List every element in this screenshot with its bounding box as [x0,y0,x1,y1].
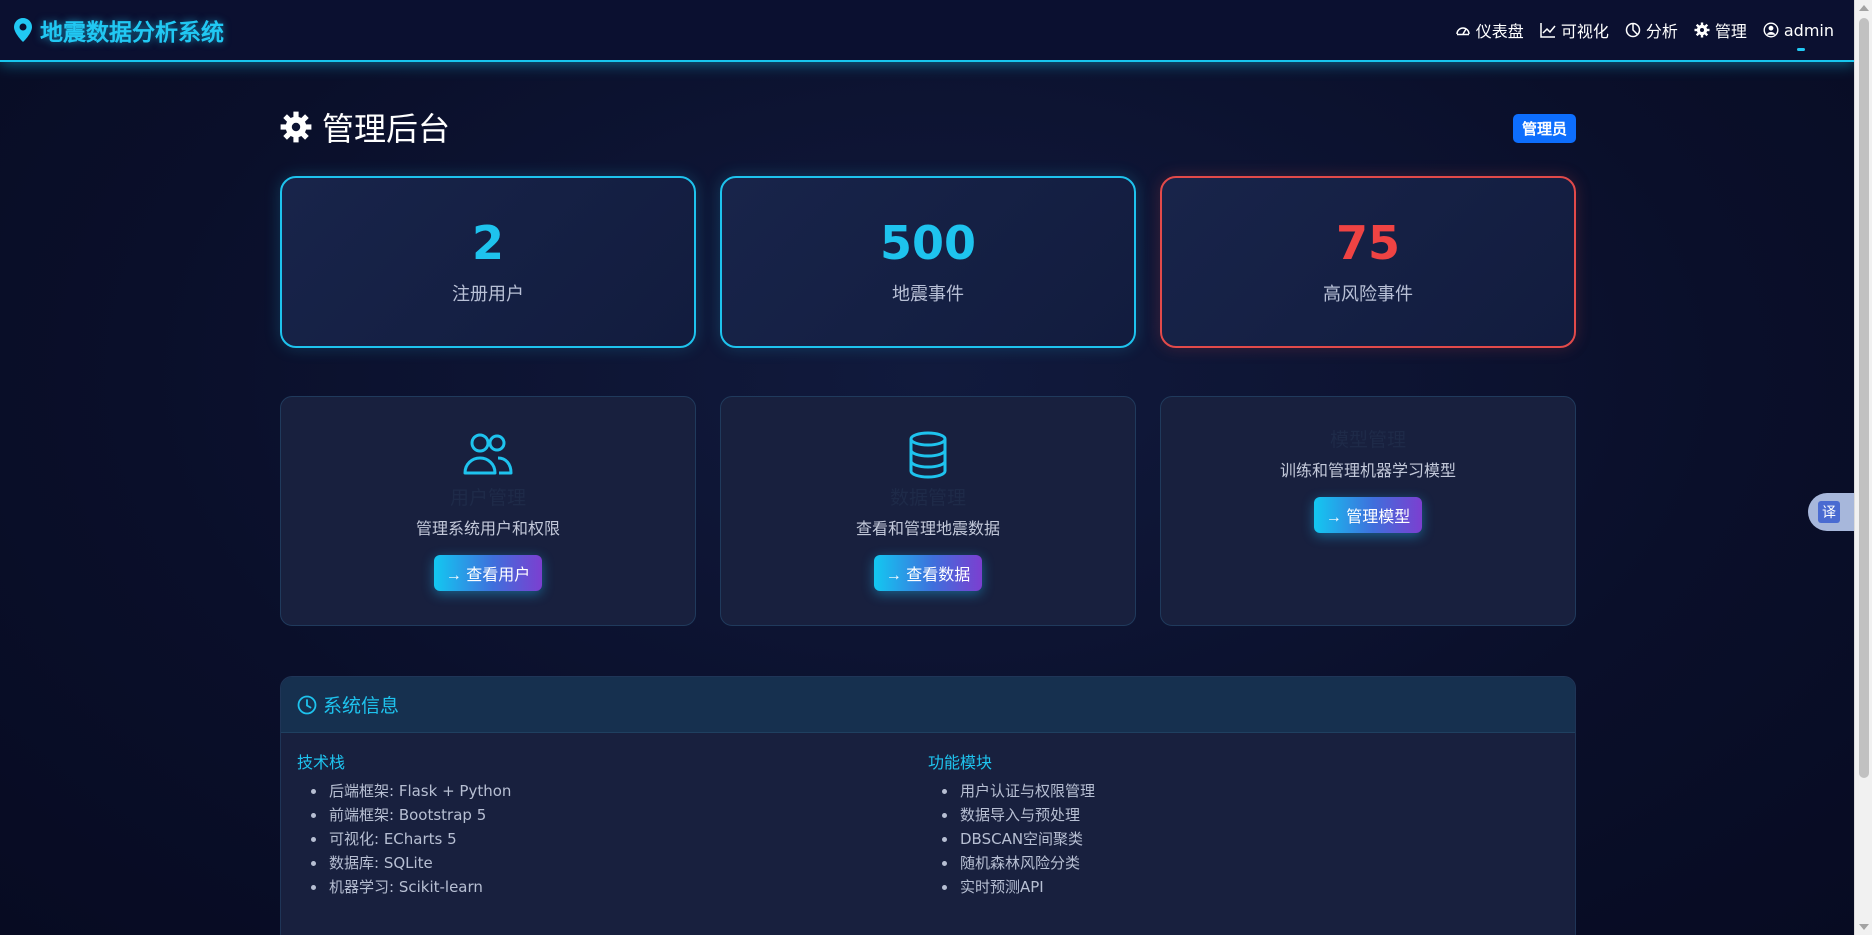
nav-item-label: 管理 [1714,22,1747,41]
brand[interactable]: 地震数据分析系统 [14,13,224,47]
pie-chart-icon [1625,22,1641,38]
page-header: 管理后台 管理员 [280,62,1576,172]
features-column: 功能模块 用户认证与权限管理 数据导入与预处理 DBSCAN空间聚类 随机森林风… [928,749,1559,899]
system-info-body: 技术栈 后端框架: Flask + Python 前端框架: Bootstrap… [281,733,1575,899]
list-item: 机器学习: Scikit-learn [311,875,928,899]
map-pin-icon [14,18,32,42]
page-title-text: 管理后台 [322,110,451,148]
module-title: 数据管理 [889,487,966,509]
scroll-thumb[interactable] [1859,18,1869,778]
brand-title: 地震数据分析系统 [40,20,224,46]
stat-label: 高风险事件 [1323,284,1413,306]
nav-item-label: 分析 [1645,22,1678,41]
nav-item-dashboard[interactable]: 仪表盘 [1455,18,1524,42]
page-title: 管理后台 [280,104,450,150]
nav-item-visualization[interactable]: 可视化 [1540,18,1609,42]
stat-card-users: 2 注册用户 [280,176,696,348]
scroll-down-icon[interactable] [1859,924,1869,930]
stat-label: 注册用户 [452,284,524,306]
scroll-up-icon[interactable] [1859,5,1869,11]
speedometer-icon [1456,27,1470,36]
module-card-data: 数据管理 查看和管理地震数据 → 查看数据 [720,396,1136,626]
nav-item-label: 仪表盘 [1475,22,1524,41]
list-item: 随机森林风险分类 [942,851,1559,875]
list-item: 数据库: SQLite [311,851,928,875]
translate-icon: 译 [1818,501,1840,523]
module-title: 模型管理 [1329,429,1406,451]
stat-value: 2 [471,215,504,270]
list-item: 用户认证与权限管理 [942,779,1559,803]
navbar: 地震数据分析系统 仪表盘 可视化 分析 管理 admin [0,0,1854,62]
list-item: 前端框架: Bootstrap 5 [311,803,928,827]
module-desc: 查看和管理地震数据 [855,519,1000,538]
system-info-title: 系统信息 [323,695,400,717]
stat-card-events: 500 地震事件 [720,176,1136,348]
list-item: 数据导入与预处理 [942,803,1559,827]
role-badge: 管理员 [1512,114,1576,143]
system-info-card: 系统信息 技术栈 后端框架: Flask + Python 前端框架: Boot… [280,676,1576,935]
stat-label: 地震事件 [892,284,964,306]
stat-value: 75 [1335,215,1400,270]
list-item: 后端框架: Flask + Python [311,779,928,803]
nav-item-analysis[interactable]: 分析 [1625,18,1678,42]
module-icon-wrap [462,431,514,477]
stat-card-high-risk: 75 高风险事件 [1160,176,1576,348]
module-card-models: 模型管理 训练和管理机器学习模型 → 管理模型 [1160,396,1576,626]
view-data-button[interactable]: → 查看数据 [873,555,983,591]
list-item: DBSCAN空间聚类 [942,827,1559,851]
view-users-button[interactable]: → 查看用户 [433,555,543,591]
line-chart-icon [1540,23,1556,38]
user-circle-icon [1763,22,1779,38]
features-list: 用户认证与权限管理 数据导入与预处理 DBSCAN空间聚类 随机森林风险分类 实… [928,779,1559,899]
module-icon-wrap [908,431,948,479]
module-card-users: 用户管理 管理系统用户和权限 → 查看用户 [280,396,696,626]
dropdown-indicator [1796,47,1805,51]
scrollbar[interactable] [1854,0,1872,935]
nav-item-label: 可视化 [1560,22,1609,41]
users-icon [463,433,513,475]
list-item: 可视化: ECharts 5 [311,827,928,851]
system-info-header: 系统信息 [281,677,1575,733]
list-item: 实时预测API [942,875,1559,899]
modules-row: 用户管理 管理系统用户和权限 → 查看用户 数据管理 查看和管理地震数据 → 查… [280,396,1576,626]
translate-widget[interactable]: 译 [1808,493,1854,531]
main-content: 管理后台 管理员 2 注册用户 500 地震事件 75 高风险事件 用户管理 管… [280,62,1576,935]
module-desc: 训练和管理机器学习模型 [1279,461,1456,480]
gear-icon [1694,22,1710,38]
manage-models-button[interactable]: → 管理模型 [1313,497,1423,533]
nav-item-user[interactable]: admin [1763,20,1834,51]
tech-stack-list: 后端框架: Flask + Python 前端框架: Bootstrap 5 可… [297,779,928,899]
module-title: 用户管理 [449,487,526,509]
tech-stack-column: 技术栈 后端框架: Flask + Python 前端框架: Bootstrap… [297,749,928,899]
tech-stack-title: 技术栈 [297,753,346,772]
nav-item-admin[interactable]: 管理 [1694,18,1747,42]
features-title: 功能模块 [928,753,993,772]
clock-icon [297,695,317,714]
module-desc: 管理系统用户和权限 [415,519,560,538]
stat-value: 500 [879,215,977,270]
gear-icon [280,111,312,143]
nav-item-label: admin [1783,20,1834,40]
stats-row: 2 注册用户 500 地震事件 75 高风险事件 [280,176,1576,348]
database-icon [909,431,947,479]
nav-menu: 仪表盘 可视化 分析 管理 admin [1455,18,1834,51]
